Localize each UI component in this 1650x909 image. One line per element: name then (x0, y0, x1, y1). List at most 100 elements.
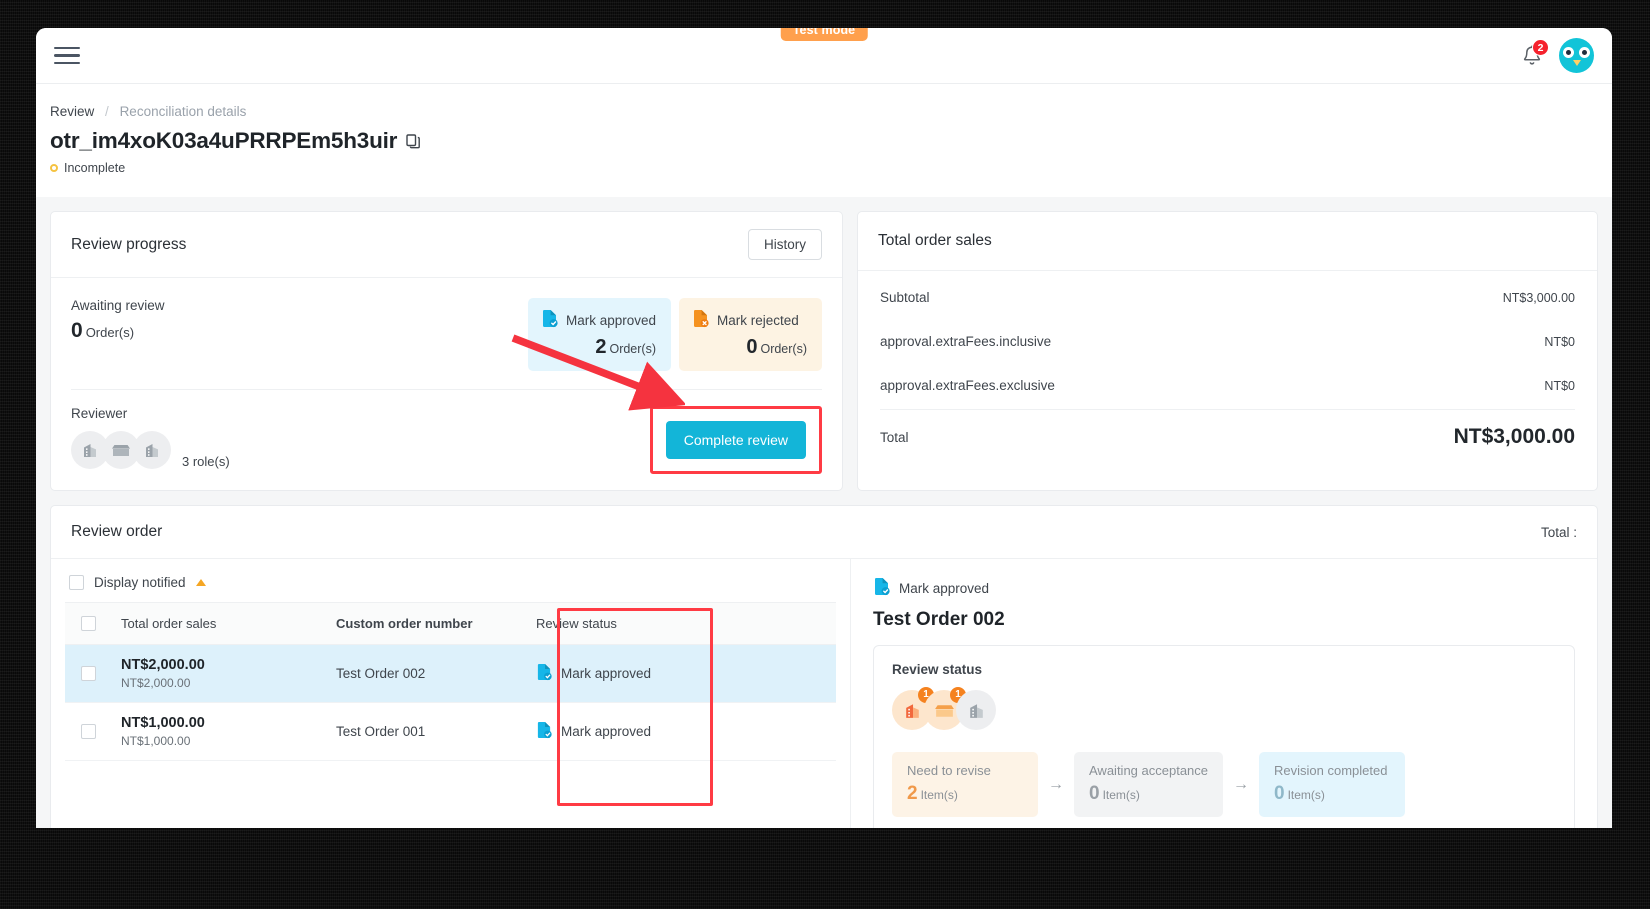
step-count: 2 Item(s) (907, 783, 1023, 805)
avatar[interactable] (1559, 38, 1594, 73)
display-notified-control[interactable]: Display notified (65, 575, 836, 590)
step-count: 0 Item(s) (1089, 783, 1208, 805)
row-status-cell: Mark approved (528, 702, 713, 761)
reviewer-label: Reviewer (71, 406, 128, 421)
awaiting-review-count: 0 Order(s) (71, 319, 165, 343)
row-amount: NT$2,000.00 (121, 657, 205, 673)
status-dot-icon (50, 164, 58, 172)
header-total-order-sales[interactable]: Total order sales (113, 602, 328, 645)
table-head: Total order sales Custom order number Re… (65, 602, 836, 645)
row-amount-sub: NT$2,000.00 (121, 676, 191, 690)
sales-row-value: NT$3,000.00 (1502, 290, 1575, 305)
bell-icon[interactable]: 2 (1521, 38, 1549, 68)
notification-badge: 2 (1532, 38, 1549, 56)
detail-avatar-group[interactable]: 1 1 (892, 687, 1556, 730)
page-title-row: otr_im4xoK03a4uPRRPEm5h3uir (50, 128, 1598, 154)
hamburger-icon[interactable] (54, 42, 80, 70)
step-label: Revision completed (1274, 763, 1388, 778)
mark-rejected-pill[interactable]: Mark rejected 0 Order(s) (679, 298, 822, 371)
mark-approved-pill[interactable]: Mark approved 2 Order(s) (527, 298, 671, 371)
total-order-sales-card: Total order sales Subtotal NT$3,000.00 a… (857, 211, 1598, 491)
review-order-body: Display notified Total order sales Custo… (51, 559, 1597, 828)
step-number: 0 (1274, 783, 1285, 804)
screenshot-root: Test mode 2 Review / Reconciliation deta… (0, 0, 1650, 909)
building-icon (956, 690, 996, 730)
review-order-title: Review order (71, 523, 163, 540)
doc-check-icon (541, 309, 558, 331)
sales-row-label: Subtotal (880, 290, 930, 305)
reviewer-row: Reviewer 3 role(s) Complete review (71, 390, 822, 474)
status-badge: Incomplete (50, 161, 1598, 175)
sort-asc-icon[interactable] (195, 579, 206, 586)
reviewer-roles-count: 3 role(s) (182, 454, 230, 469)
row-checkbox[interactable] (81, 724, 96, 739)
review-status-pills: Mark approved 2 Order(s) Mark rejected 0… (527, 298, 822, 371)
table-row[interactable]: NT$2,000.00 NT$2,000.00 Test Order 002 M… (65, 644, 836, 703)
breadcrumb-parent[interactable]: Review (50, 104, 94, 119)
review-order-header: Review order Total : (51, 506, 1597, 559)
sales-total-value: NT$3,000.00 (1453, 425, 1575, 448)
awaiting-review-label: Awaiting review (71, 298, 165, 313)
summary-cards-row: Review progress History Awaiting review … (36, 197, 1612, 505)
detail-steps: Need to revise 2 Item(s) → Awaiting accep… (892, 752, 1556, 817)
review-progress-card: Review progress History Awaiting review … (50, 211, 843, 491)
row-amount-sub: NT$1,000.00 (121, 734, 191, 748)
awaiting-review-unit: Order(s) (85, 325, 135, 340)
row-checkbox[interactable] (81, 666, 96, 681)
row-amount-cell: NT$2,000.00 NT$2,000.00 (113, 644, 328, 703)
copy-icon[interactable] (406, 133, 421, 149)
review-progress-header: Review progress History (51, 212, 842, 278)
doc-check-icon (873, 577, 890, 599)
row-order-number-cell: Test Order 002 (328, 644, 528, 703)
arrow-right-icon: → (1233, 775, 1250, 793)
row-status: Mark approved (536, 663, 705, 684)
mark-approved-pill-count: 2 Order(s) (541, 336, 656, 359)
doc-check-icon (536, 721, 552, 742)
row-checkbox-cell (65, 702, 113, 761)
table-row[interactable]: NT$1,000.00 NT$1,000.00 Test Order 001 M… (65, 702, 836, 761)
reviewer-avatar-group[interactable] (71, 431, 171, 469)
select-all-checkbox[interactable] (81, 616, 96, 631)
mark-rejected-pill-label: Mark rejected (717, 312, 799, 328)
awaiting-review-row: Awaiting review 0 Order(s) Mark approved… (71, 298, 822, 371)
total-order-sales-body: Subtotal NT$3,000.00 approval.extraFees.… (858, 271, 1597, 467)
total-order-sales-header: Total order sales (858, 212, 1597, 271)
step-awaiting-acceptance: Awaiting acceptance 0 Item(s) (1074, 752, 1224, 817)
app-window: Test mode 2 Review / Reconciliation deta… (36, 28, 1612, 828)
status-badge-label: Incomplete (64, 161, 126, 175)
page-title: otr_im4xoK03a4uPRRPEm5h3uir (50, 128, 398, 153)
step-unit: Item(s) (1287, 788, 1325, 802)
row-status-label: Mark approved (561, 724, 652, 739)
top-bar-right: 2 (1521, 38, 1594, 73)
row-order-number: Test Order 002 (336, 665, 426, 681)
mark-approved-pill-head: Mark approved (541, 309, 656, 331)
display-notified-checkbox[interactable] (69, 575, 84, 590)
header-custom-order-number[interactable]: Custom order number (328, 602, 528, 645)
row-checkbox-cell (65, 644, 113, 703)
detail-review-status-title: Review status (892, 662, 983, 677)
order-detail-pane: Mark approved Test Order 002 Review stat… (851, 559, 1597, 828)
mark-rejected-pill-unit: Order(s) (760, 342, 807, 356)
row-amount-cell: NT$1,000.00 NT$1,000.00 (113, 702, 328, 761)
table-body: NT$2,000.00 NT$2,000.00 Test Order 002 M… (65, 644, 836, 761)
step-revision-completed: Revision completed 0 Item(s) (1259, 752, 1406, 817)
row-status: Mark approved (536, 721, 705, 742)
detail-mark-status: Mark approved (873, 577, 1575, 599)
awaiting-review-block: Awaiting review 0 Order(s) (71, 298, 165, 343)
row-status-cell: Mark approved (528, 644, 713, 703)
breadcrumb-separator: / (105, 104, 109, 119)
awaiting-review-number: 0 (71, 319, 83, 342)
history-button[interactable]: History (747, 229, 822, 260)
sales-row: approval.extraFees.exclusive NT$0 (880, 363, 1575, 407)
reviewer-block: Reviewer 3 role(s) (71, 406, 230, 469)
header-spacer (713, 602, 836, 645)
sales-row-value: NT$0 (1544, 378, 1575, 393)
complete-review-button[interactable]: Complete review (665, 421, 806, 459)
header-review-status[interactable]: Review status (528, 602, 713, 645)
mark-approved-pill-label: Mark approved (565, 312, 656, 328)
sales-total-row: Total NT$3,000.00 (880, 409, 1575, 449)
sales-total-label: Total (880, 429, 909, 445)
display-notified-label: Display notified (94, 575, 186, 590)
review-order-total-label: Total : (1540, 524, 1577, 540)
annotation-box-complete-review: Complete review (649, 406, 822, 474)
